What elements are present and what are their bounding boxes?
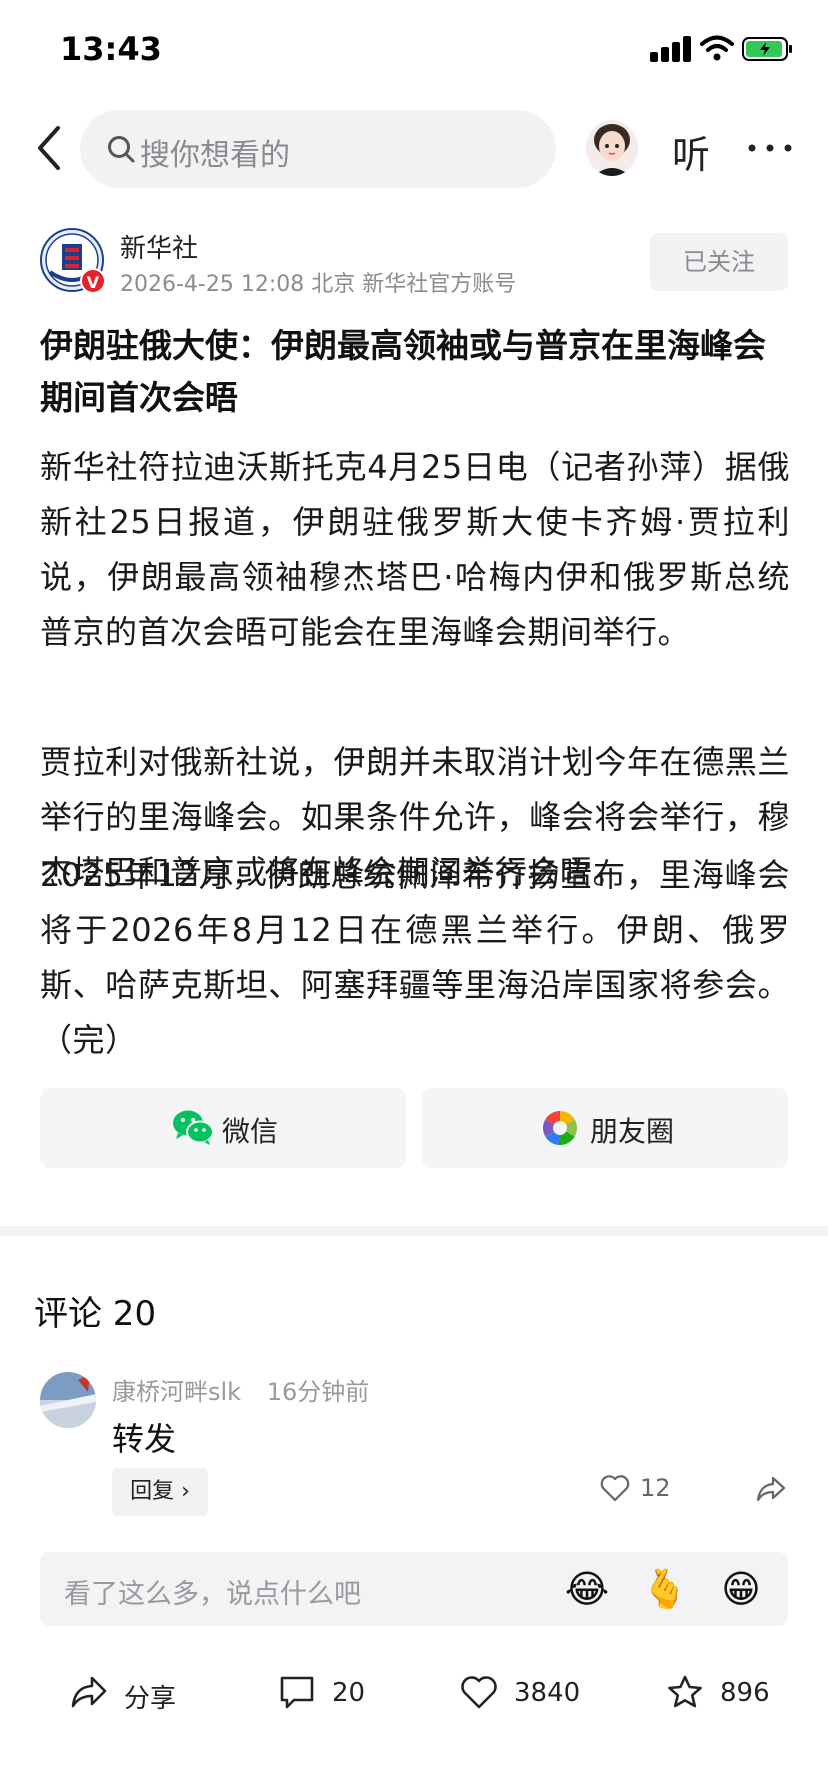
share-moments-label: 朋友圈 xyxy=(590,1115,675,1148)
comment-input[interactable]: 看了这么多，说点什么吧 😂 🫰 😁 xyxy=(40,1552,788,1626)
article-paragraph: 新华社符拉迪沃斯托克4月25日电（记者孙萍）据俄新社25日报道，伊朗驻俄罗斯大使… xyxy=(40,448,790,651)
search-placeholder: 搜你想看的 xyxy=(140,138,290,173)
status-bar: 13:43 xyxy=(0,0,828,100)
reply-button[interactable]: 回复 › xyxy=(112,1468,208,1516)
author-name[interactable]: 新华社 xyxy=(120,228,198,265)
comment-like-icon[interactable] xyxy=(600,1474,630,1502)
comment-count: 20 xyxy=(332,1678,366,1708)
comments-title: 评论 20 xyxy=(34,1294,157,1334)
comment-username[interactable]: 康桥河畔slk xyxy=(112,1378,241,1406)
favorite-count: 896 xyxy=(720,1678,770,1708)
moments-icon xyxy=(543,1111,577,1145)
share-icon xyxy=(71,1676,107,1708)
profile-avatar-icon[interactable] xyxy=(586,120,638,176)
wechat-icon xyxy=(173,1110,214,1145)
wifi-icon xyxy=(700,35,734,61)
search-bar[interactable]: 搜你想看的 xyxy=(80,110,556,188)
status-time: 13:43 xyxy=(60,30,162,68)
comment-input-placeholder: 看了这么多，说点什么吧 xyxy=(64,1579,361,1610)
share-wechat-label: 微信 xyxy=(222,1115,279,1148)
like-count: 3840 xyxy=(514,1678,581,1708)
comment-avatar[interactable] xyxy=(40,1372,96,1428)
share-label: 分享 xyxy=(124,1684,177,1714)
comment-time: 16分钟前 xyxy=(266,1378,370,1406)
author-meta: 2026-4-25 12:08 北京 新华社官方账号 xyxy=(120,272,517,297)
verified-badge-icon: V xyxy=(80,268,106,294)
signal-icon xyxy=(650,36,692,62)
like-icon xyxy=(461,1676,497,1709)
search-icon xyxy=(108,136,135,163)
bottom-action-bar: 分享 20 3840 896 xyxy=(0,1640,828,1740)
comment-like-count: 12 xyxy=(640,1474,671,1502)
star-icon xyxy=(668,1675,702,1708)
battery-icon xyxy=(742,37,792,61)
laughing-emoji-icon[interactable]: 😂 xyxy=(562,1564,612,1614)
comment-text: 转发 xyxy=(112,1420,177,1458)
comment-user-meta: 康桥河畔slk 16分钟前 xyxy=(112,1372,369,1407)
article-title: 伊朗驻俄大使：伊朗最高领袖或与普京在里海峰会期间首次会晤 xyxy=(40,326,766,417)
listen-button[interactable]: 听 xyxy=(672,124,710,179)
section-divider xyxy=(0,1226,828,1236)
share-wechat-button[interactable]: 微信 xyxy=(40,1088,406,1168)
comment-icon xyxy=(280,1676,314,1709)
back-arrow-icon[interactable] xyxy=(32,122,68,174)
top-navigation: 搜你想看的 听 xyxy=(0,100,828,200)
more-options-icon[interactable] xyxy=(748,144,792,152)
article-paragraph: 2025年12月，伊朗总统佩泽希齐扬宣布，里海峰会将于2026年8月12日在德黑… xyxy=(40,856,790,1059)
comment-share-icon[interactable] xyxy=(756,1474,786,1502)
follow-button[interactable]: 已关注 xyxy=(650,233,788,291)
finger-heart-emoji-icon[interactable]: 🫰 xyxy=(640,1564,690,1614)
grinning-emoji-icon[interactable]: 😁 xyxy=(716,1564,766,1614)
share-moments-button[interactable]: 朋友圈 xyxy=(422,1088,788,1168)
